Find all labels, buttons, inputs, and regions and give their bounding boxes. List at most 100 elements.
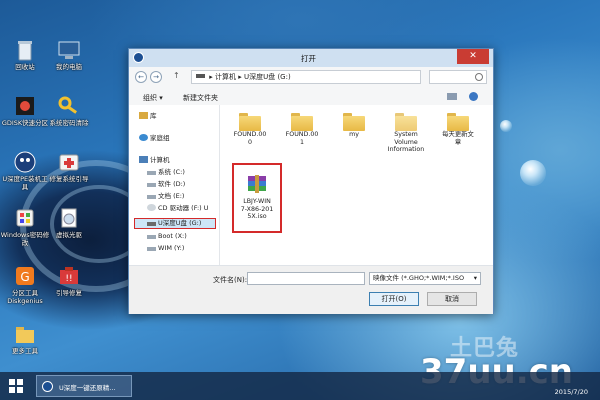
breadcrumb-computer[interactable]: 计算机: [215, 73, 236, 81]
view-options-icon[interactable]: [447, 93, 457, 100]
water-drop: [520, 160, 546, 186]
dialog-title: 打开: [301, 54, 316, 63]
file-item-found000[interactable]: FOUND.00 0: [226, 113, 274, 146]
desktop-icon-boot-fix[interactable]: 修复系统引导: [44, 150, 94, 183]
folder-icon: [13, 322, 37, 346]
homegroup-icon: [139, 134, 148, 141]
nav-label: Boot (X:): [158, 232, 187, 240]
desktop-icon-gdisk[interactable]: GDISK快速分区: [0, 94, 50, 127]
file-name: System Volume Information: [387, 131, 425, 153]
desktop-icon-password-clear[interactable]: 系统密码清除: [44, 94, 94, 127]
nav-label: CD 驱动器 (F:) U: [158, 204, 209, 212]
file-item-system-volume-information[interactable]: System Volume Information: [382, 113, 430, 154]
nav-item-homegroup[interactable]: 家庭组: [139, 133, 170, 144]
water-drop: [500, 120, 512, 132]
nav-item-drive-c[interactable]: 系统 (C:): [147, 167, 185, 178]
open-file-dialog: 打开 ✕ ← → ↑ ▸ 计算机 ▸ U深度U盘 (G:) 组织 ▾ 新建文件夹: [128, 48, 494, 314]
nav-item-drive-d[interactable]: 软件 (D:): [147, 179, 185, 190]
desktop-icon-label: GDISK快速分区: [1, 119, 49, 127]
file-name: FOUND.00 0: [233, 131, 267, 146]
nav-label: 库: [150, 112, 157, 120]
organize-button[interactable]: 组织 ▾: [143, 93, 163, 103]
back-button[interactable]: ←: [135, 71, 147, 83]
forward-button[interactable]: →: [150, 71, 162, 83]
breadcrumb-usb-drive[interactable]: U深度U盘 (G:): [244, 73, 291, 81]
folder-icon: [395, 113, 417, 131]
folder-icon: [239, 113, 261, 131]
up-button[interactable]: ↑: [173, 71, 180, 80]
file-item-found001[interactable]: FOUND.00 1: [278, 113, 326, 146]
windows-password-icon: [13, 206, 37, 230]
close-button[interactable]: ✕: [457, 49, 489, 64]
desktop-icon-diskgenius[interactable]: G 分区工具Diskgenius: [0, 264, 50, 305]
nav-label: U深度U盘 (G:): [158, 219, 202, 227]
desktop-icon-computer[interactable]: 我的电脑: [44, 38, 94, 71]
computer-icon: [139, 156, 148, 163]
recycle-bin-icon: [13, 38, 37, 62]
taskbar-item-restore-tool[interactable]: U深度一键还原精...: [36, 375, 132, 397]
search-input[interactable]: [429, 70, 487, 84]
clock[interactable]: 2015/7/20: [555, 388, 588, 396]
archive-icon: [246, 173, 268, 195]
nav-item-boot-x[interactable]: Boot (X:): [147, 231, 187, 242]
desktop-icon-label: 我的电脑: [56, 63, 82, 71]
desktop-icon-label: 虚拟光驱: [56, 231, 82, 239]
nav-item-computer[interactable]: 计算机: [139, 155, 170, 166]
svg-text:!!: !!: [65, 274, 72, 284]
nav-label: 文档 (E:): [158, 192, 185, 200]
drive-icon: [196, 74, 205, 78]
toolbar: 组织 ▾ 新建文件夹: [129, 89, 493, 106]
nav-label: WIM (Y:): [158, 244, 185, 252]
folder-icon: [291, 113, 313, 131]
desktop-icon-label: Windows密码修改: [0, 231, 50, 247]
filetype-select[interactable]: 映像文件 (*.GHO;*.WIM;*.ISO ▾: [369, 272, 481, 285]
cd-drive-icon: [147, 204, 156, 211]
boot-repair-icon: !!: [57, 264, 81, 288]
cancel-button[interactable]: 取消: [427, 292, 477, 306]
virtual-drive-icon: [57, 206, 81, 230]
file-item-daily-articles[interactable]: 每天更新文章: [434, 113, 482, 146]
desktop: 回收站 我的电脑 GDISK快速分区 系统密码清除 U深度PE装机工具 修复系统…: [0, 0, 600, 400]
taskbar-item-label: U深度一键还原精...: [59, 384, 116, 392]
desktop-icon-more-tools[interactable]: 更多工具: [0, 322, 50, 355]
folder-icon: [343, 113, 365, 131]
desktop-icon-virtual-drive[interactable]: 虚拟光驱: [44, 206, 94, 239]
nav-item-usb-drive[interactable]: U深度U盘 (G:): [147, 218, 201, 229]
new-folder-button[interactable]: 新建文件夹: [183, 93, 218, 103]
nav-item-drive-e[interactable]: 文档 (E:): [147, 191, 184, 202]
file-name: FOUND.00 1: [285, 131, 319, 146]
start-button[interactable]: [8, 378, 24, 394]
nav-item-cd-drive[interactable]: CD 驱动器 (F:) U: [147, 203, 209, 214]
open-button[interactable]: 打开(O): [369, 292, 419, 306]
filename-input[interactable]: [247, 272, 365, 285]
nav-label: 软件 (D:): [158, 180, 186, 188]
search-icon: [475, 73, 483, 81]
desktop-icon-label: 修复系统引导: [49, 175, 89, 183]
desktop-icon-label: 分区工具Diskgenius: [7, 289, 43, 305]
udeepin-pe-icon: [13, 150, 37, 174]
desktop-icon-boot-repair[interactable]: !! 引导修复: [44, 264, 94, 297]
desktop-icon-pe-tool[interactable]: U深度PE装机工具: [0, 150, 50, 191]
key-icon: [57, 94, 81, 118]
nav-item-library[interactable]: 库: [139, 111, 157, 122]
file-item-my[interactable]: my: [330, 113, 378, 139]
desktop-icon-windows-password[interactable]: Windows密码修改: [0, 206, 50, 247]
desktop-icon-recycle-bin[interactable]: 回收站: [0, 38, 50, 71]
drive-icon: [147, 247, 156, 251]
drive-icon: [147, 171, 156, 175]
computer-icon: [57, 38, 81, 62]
folder-icon: [447, 113, 469, 131]
desktop-icon-label: 系统密码清除: [49, 119, 89, 127]
first-aid-icon: [57, 150, 81, 174]
desktop-icon-label: 回收站: [15, 63, 35, 71]
filetype-value: 映像文件 (*.GHO;*.WIM;*.ISO: [373, 274, 465, 282]
nav-item-wim-y[interactable]: WIM (Y:): [147, 243, 184, 254]
desktop-icon-label: 引导修复: [56, 289, 82, 297]
address-bar[interactable]: ▸ 计算机 ▸ U深度U盘 (G:): [191, 70, 421, 84]
help-icon[interactable]: [469, 92, 478, 101]
diskgenius-icon: G: [13, 264, 37, 288]
dialog-titlebar[interactable]: 打开 ✕: [129, 49, 493, 67]
file-item-iso[interactable]: LBJY-WIN 7-X86-201 5X.iso: [232, 163, 282, 233]
dialog-footer: 文件名(N): 映像文件 (*.GHO;*.WIM;*.ISO ▾ 打开(O) …: [129, 265, 493, 314]
filename-label: 文件名(N):: [213, 276, 248, 284]
